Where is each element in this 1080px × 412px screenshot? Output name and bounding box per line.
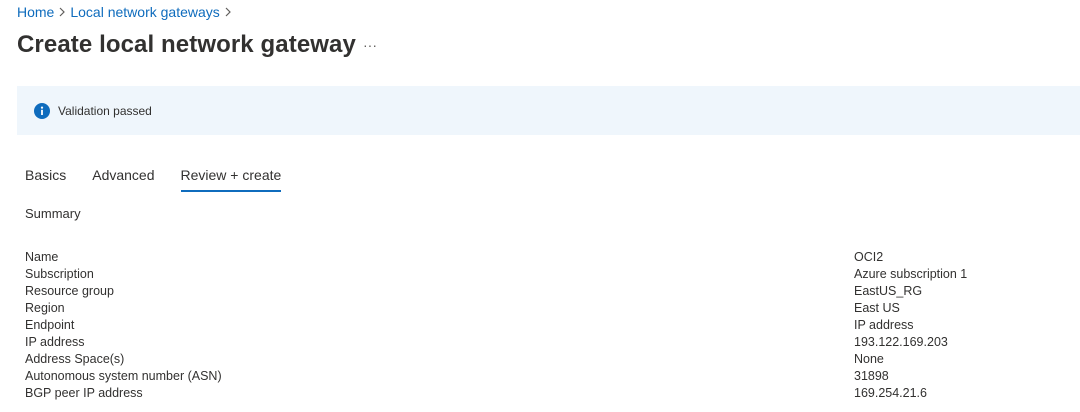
summary-value: None	[854, 352, 884, 366]
summary-value: 169.254.21.6	[854, 386, 927, 400]
summary-label: Autonomous system number (ASN)	[25, 369, 222, 383]
summary-row: BGP peer IP address 169.254.21.6	[25, 385, 1080, 402]
summary-value: EastUS_RG	[854, 284, 923, 298]
summary-row: Endpoint IP address	[25, 317, 1080, 334]
summary-value: 193.122.169.203	[854, 335, 948, 349]
tab-basics[interactable]: Basics	[25, 165, 66, 193]
summary-value: OCI2	[854, 250, 884, 264]
summary-label: IP address	[25, 335, 85, 349]
chevron-right-icon	[54, 7, 70, 17]
summary-row: Resource group EastUS_RG	[25, 283, 1080, 300]
summary-row: Address Space(s) None	[25, 351, 1080, 368]
breadcrumb-local-network-gateways-link[interactable]: Local network gateways	[70, 4, 219, 20]
summary-label: Name	[25, 250, 59, 264]
breadcrumb-home-link[interactable]: Home	[17, 4, 54, 20]
more-actions-button[interactable]: ···	[360, 36, 380, 56]
tab-review-create[interactable]: Review + create	[180, 165, 281, 193]
validation-banner: Validation passed	[17, 86, 1080, 135]
breadcrumb: Home Local network gateways	[17, 4, 236, 20]
tab-advanced[interactable]: Advanced	[92, 165, 154, 193]
summary-row: Autonomous system number (ASN) 31898	[25, 368, 1080, 385]
summary-label: BGP peer IP address	[25, 386, 143, 400]
chevron-right-icon	[220, 7, 236, 17]
summary-label: Subscription	[25, 267, 94, 281]
info-icon	[34, 102, 50, 119]
summary-label: Resource group	[25, 284, 114, 298]
summary-row: Name OCI2	[25, 249, 1080, 266]
tab-bar: Basics Advanced Review + create	[25, 165, 307, 193]
summary-value: East US	[854, 301, 900, 315]
summary-label: Address Space(s)	[25, 352, 125, 366]
summary-row: Subscription Azure subscription 1	[25, 266, 1080, 283]
summary-value: 31898	[854, 369, 889, 383]
summary-value: IP address	[854, 318, 914, 332]
summary-row: Region East US	[25, 300, 1080, 317]
page-title: Create local network gateway	[17, 31, 356, 58]
validation-message: Validation passed	[58, 103, 152, 118]
summary-row: IP address 193.122.169.203	[25, 334, 1080, 351]
summary-label: Endpoint	[25, 318, 75, 332]
summary-heading: Summary	[25, 206, 81, 221]
summary-label: Region	[25, 301, 65, 315]
summary-value: Azure subscription 1	[854, 267, 968, 281]
summary-list: Name OCI2 Subscription Azure subscriptio…	[25, 249, 1080, 402]
